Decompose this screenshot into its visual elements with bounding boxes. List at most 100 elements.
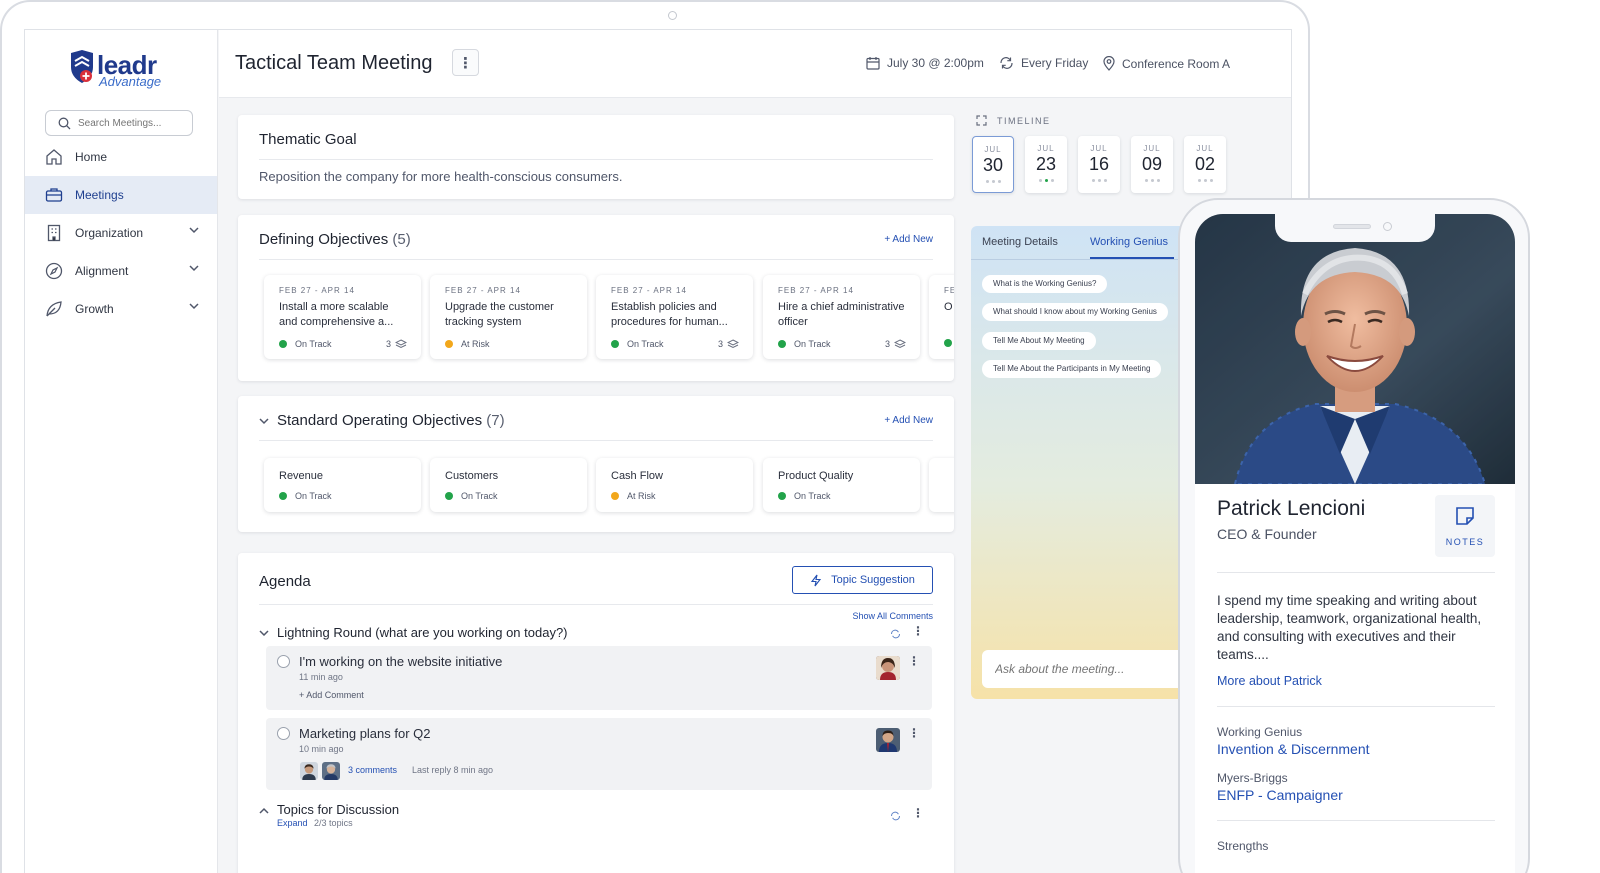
agenda-item[interactable]: I'm working on the website initiative 11…: [266, 646, 932, 710]
repeat-icon[interactable]: [890, 629, 901, 639]
sop-card[interactable]: Revenue On Track: [264, 458, 421, 512]
sidebar-item-meetings[interactable]: Meetings: [25, 176, 217, 214]
sidebar-item-home[interactable]: Home: [25, 138, 217, 176]
agenda-section-title: Topics for Discussion: [277, 802, 400, 817]
avatar: [876, 728, 900, 752]
objective-title: Install a more scalable and comprehensiv…: [279, 301, 394, 328]
search-input[interactable]: [78, 115, 186, 131]
agenda-item[interactable]: Marketing plans for Q2 10 min ago 3 comm…: [266, 718, 932, 790]
on-track-dot: [611, 340, 619, 348]
on-track-dot: [445, 492, 453, 500]
sidebar-item-label: Home: [75, 150, 108, 164]
timeline-date[interactable]: JUL 02: [1184, 136, 1226, 193]
status-badge: At Risk: [445, 339, 490, 349]
sop-objectives-card: Standard Operating Objectives (7) + Add …: [238, 396, 954, 532]
topic-suggestion-button[interactable]: Topic Suggestion: [792, 566, 933, 594]
chevron-up-icon[interactable]: [259, 807, 269, 814]
brand-sub: Advantage: [99, 74, 162, 89]
meeting-location: Conference Room A: [1103, 56, 1230, 71]
thematic-goal-title: Thematic Goal: [259, 131, 357, 148]
suggestion-chip[interactable]: Tell Me About My Meeting: [982, 332, 1096, 350]
on-track-dot: [279, 340, 287, 348]
layers-icon: [894, 339, 906, 349]
sidebar-item-organization[interactable]: Organization: [25, 214, 217, 252]
add-sop-link[interactable]: + Add New: [884, 415, 933, 426]
sop-objectives-title: Standard Operating Objectives (7): [277, 412, 505, 429]
status-badge: At Risk: [611, 491, 656, 501]
timeline-date[interactable]: JUL 16: [1078, 136, 1120, 193]
note-icon: [1456, 507, 1474, 525]
leaf-icon: [46, 301, 62, 317]
tab-meeting-details[interactable]: Meeting Details: [982, 236, 1058, 248]
meeting-options-button[interactable]: ⋮: [452, 49, 479, 76]
sidebar-item-label: Meetings: [75, 188, 124, 202]
section-options-icon[interactable]: ⋮: [912, 624, 924, 638]
phone-frame: Patrick Lencioni CEO & Founder NOTES I s…: [1178, 198, 1530, 873]
sidebar-item-alignment[interactable]: Alignment: [25, 252, 217, 290]
suggestion-chip[interactable]: What is the Working Genius?: [982, 275, 1108, 293]
objective-date: FEB 27 - APR 14: [611, 286, 687, 295]
notes-button[interactable]: NOTES: [1435, 495, 1495, 557]
commenter-avatar: [322, 762, 340, 780]
objective-date: FEB 27 - APR 14: [778, 286, 854, 295]
logo[interactable]: leadr Advantage: [69, 50, 179, 90]
working-genius-value[interactable]: Invention & Discernment: [1217, 741, 1370, 757]
agenda-item-title: Marketing plans for Q2: [299, 726, 431, 741]
complete-checkbox[interactable]: [277, 655, 290, 668]
sidebar-item-growth[interactable]: Growth: [25, 290, 217, 328]
divider: [259, 604, 933, 605]
tab-working-genius[interactable]: Working Genius: [1090, 236, 1175, 259]
myers-briggs-value[interactable]: ENFP - Campaigner: [1217, 787, 1343, 803]
sop-card[interactable]: Customers On Track: [430, 458, 587, 512]
timeline-date[interactable]: JUL 30: [972, 136, 1014, 193]
section-options-icon[interactable]: ⋮: [912, 806, 924, 820]
profile-screen: Patrick Lencioni CEO & Founder NOTES I s…: [1195, 214, 1515, 873]
timeline-date[interactable]: JUL 09: [1131, 136, 1173, 193]
item-options-icon[interactable]: ⋮: [908, 654, 920, 668]
objective-date: FEB 27 - APR 14: [279, 286, 355, 295]
repeat-icon[interactable]: [890, 811, 901, 821]
thematic-goal-text: Reposition the company for more health-c…: [259, 169, 623, 184]
timeline-date[interactable]: JUL 23: [1025, 136, 1067, 193]
expand-link[interactable]: Expand: [277, 818, 308, 828]
profile-name: Patrick Lencioni: [1217, 497, 1366, 520]
objective-date: FEB 27 - APR 14: [445, 286, 521, 295]
comments-link[interactable]: 3 comments: [348, 765, 397, 775]
objective-card[interactable]: FEB 27 - APR 14 Establish policies and p…: [596, 275, 753, 359]
suggestion-chip[interactable]: Tell Me About the Participants in My Mee…: [982, 360, 1162, 378]
profile-bio: I spend my time speaking and writing abo…: [1217, 593, 1482, 662]
objective-card[interactable]: FEB 27 - APR 14 Hire a chief administrat…: [763, 275, 920, 359]
sidebar-item-label: Organization: [75, 226, 144, 240]
repeat-icon: [1000, 57, 1013, 69]
sop-card[interactable]: Product Quality On Track: [763, 458, 920, 512]
sidebar-item-label: Alignment: [75, 264, 129, 278]
suggestion-chip[interactable]: What should I know about my Working Geni…: [982, 303, 1168, 321]
objective-card[interactable]: FEB 27 - APR 14 Upgrade the customer tra…: [430, 275, 587, 359]
objective-title: Establish policies and procedures for hu…: [611, 301, 728, 328]
item-options-icon[interactable]: ⋮: [908, 726, 920, 740]
sop-card[interactable]: [929, 458, 954, 512]
status-badge: On Track: [778, 339, 831, 349]
divider: [1217, 820, 1495, 821]
page-header: Tactical Team Meeting ⋮ July 30 @ 2:00pm…: [219, 30, 1291, 98]
ask-meeting-input[interactable]: [982, 650, 1194, 688]
on-track-dot: [279, 492, 287, 500]
chevron-down-icon[interactable]: [259, 418, 269, 425]
add-comment-link[interactable]: + Add Comment: [299, 690, 364, 700]
objective-card[interactable]: FE O: [929, 275, 954, 359]
add-objective-link[interactable]: + Add New: [884, 234, 933, 245]
myers-briggs-label: Myers-Briggs: [1217, 771, 1288, 785]
location-pin-icon: [1103, 56, 1115, 71]
on-track-dot: [778, 340, 786, 348]
defining-objectives-title: Defining Objectives (5): [259, 231, 411, 248]
expand-icon[interactable]: [976, 115, 987, 126]
on-track-dot: [944, 339, 952, 347]
more-about-link[interactable]: More about Patrick: [1217, 674, 1322, 688]
sop-card[interactable]: Cash Flow At Risk: [596, 458, 753, 512]
objective-card[interactable]: FEB 27 - APR 14 Install a more scalable …: [264, 275, 421, 359]
complete-checkbox[interactable]: [277, 727, 290, 740]
building-icon: [47, 224, 61, 242]
show-all-comments-link[interactable]: Show All Comments: [852, 611, 933, 621]
on-track-dot: [778, 492, 786, 500]
chevron-down-icon[interactable]: [259, 630, 269, 637]
